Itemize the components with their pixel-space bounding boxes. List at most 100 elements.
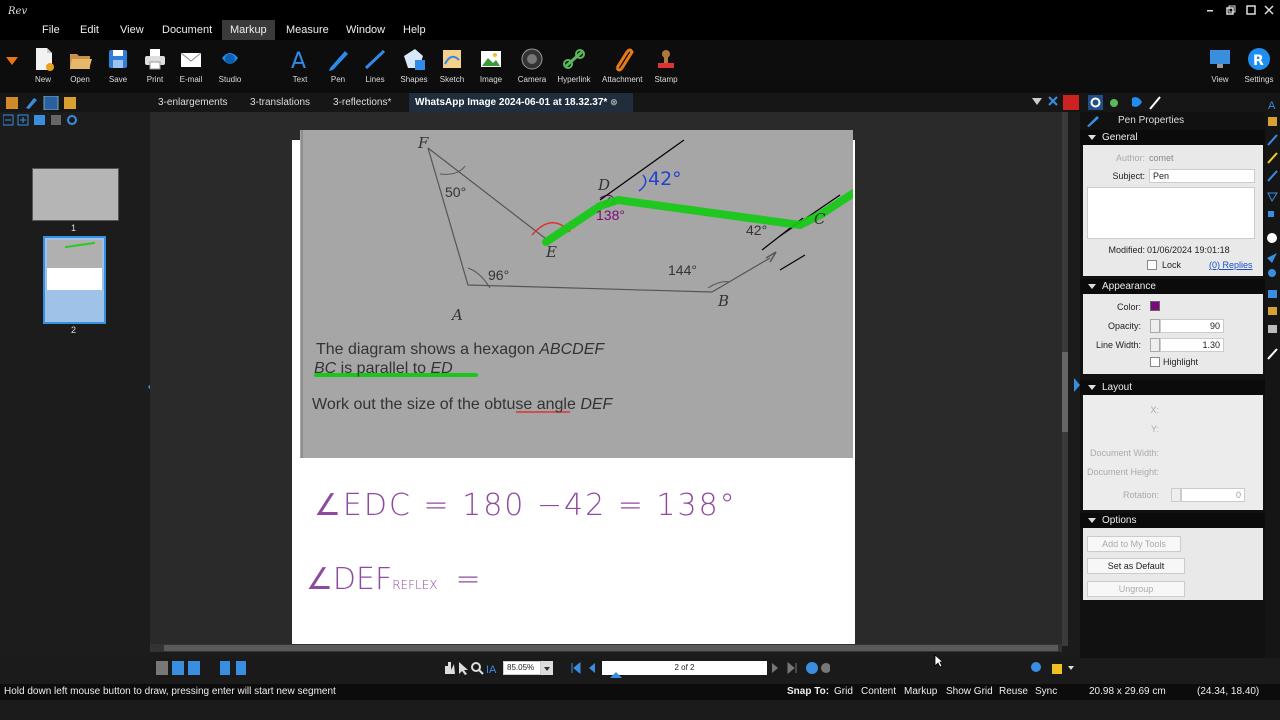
menu-file[interactable]: File (34, 20, 68, 40)
page-view-icon[interactable] (51, 115, 61, 125)
opacity-field[interactable]: 90 (1160, 319, 1224, 333)
image-tool-button[interactable]: Image (471, 44, 511, 90)
line-width-spinner[interactable] (1150, 338, 1160, 352)
pen-tool-icon[interactable] (1267, 134, 1278, 146)
view-button[interactable]: View (1200, 44, 1240, 90)
stamp-small-icon[interactable] (1268, 307, 1277, 315)
close-window-icon[interactable] (1264, 5, 1274, 15)
text-tool-icon[interactable]: A (1268, 100, 1276, 112)
document-canvas[interactable]: F D C E A B 50° 96° 144° 42° 42° 138° Th… (150, 112, 1068, 652)
close-document-icon[interactable] (1048, 96, 1058, 106)
sketch-tool-button[interactable]: Sketch (432, 44, 472, 90)
snap-content-toggle[interactable]: Content (861, 686, 896, 697)
menu-edit[interactable]: Edit (72, 20, 107, 40)
right-panel-collapse-handle[interactable] (1074, 378, 1080, 392)
thumbnails-icon[interactable] (43, 96, 59, 110)
page-size-icon[interactable] (34, 115, 45, 125)
text-select-icon[interactable]: IA (486, 664, 497, 676)
split-vertical-icon[interactable] (220, 661, 230, 675)
rotation-spinner[interactable] (1171, 488, 1181, 502)
close-tab-icon[interactable]: ⊗ (610, 97, 618, 107)
pan-hand-icon[interactable] (445, 662, 455, 674)
lock-checkbox[interactable] (1147, 260, 1157, 270)
sessions-tab-icon[interactable] (1132, 97, 1142, 107)
thumbnail-settings-icon[interactable] (67, 115, 77, 125)
select-arrow-icon[interactable] (459, 662, 468, 675)
opacity-spinner[interactable] (1150, 319, 1160, 333)
lock-icon[interactable] (1052, 664, 1062, 674)
circle-icon[interactable] (1267, 233, 1277, 243)
lines-tool-button[interactable]: Lines (355, 44, 395, 90)
cloud-icon[interactable] (1267, 253, 1277, 263)
highlight-checkbox[interactable] (1150, 357, 1160, 367)
highlighter-icon[interactable] (1267, 152, 1278, 164)
single-page-icon[interactable] (156, 661, 168, 675)
next-page-icon[interactable] (772, 663, 778, 673)
section-appearance-header[interactable]: Appearance (1080, 279, 1265, 294)
rectangle-icon[interactable] (1268, 211, 1274, 217)
menu-window[interactable]: Window (338, 20, 393, 40)
add-to-my-tools-button[interactable]: Add to My Tools (1087, 536, 1181, 552)
markup-list-icon[interactable] (26, 98, 37, 109)
note-tool-icon[interactable] (1268, 117, 1277, 126)
file-access-icon[interactable] (6, 97, 18, 109)
pen-tool-button[interactable]: Pen (318, 44, 358, 90)
section-general-header[interactable]: General (1080, 130, 1265, 145)
next-view-icon[interactable] (821, 663, 830, 673)
replies-link[interactable]: (0) Replies (1209, 260, 1253, 270)
quick-access-dropdown-icon[interactable] (5, 56, 19, 66)
dimension-icon[interactable] (1268, 290, 1277, 298)
save-button[interactable]: Save (98, 44, 138, 90)
camera-small-icon[interactable] (1268, 325, 1277, 333)
menu-document[interactable]: Document (154, 20, 220, 40)
side-by-side-icon[interactable] (188, 661, 200, 675)
open-button[interactable]: Open (60, 44, 100, 90)
tab-list-dropdown-icon[interactable] (1032, 98, 1042, 106)
tab-3-enlargements[interactable]: 3-enlargements (152, 93, 233, 112)
previous-page-icon[interactable] (589, 663, 595, 673)
last-page-icon[interactable] (787, 661, 797, 675)
zoom-level-field[interactable]: 85.05% (503, 661, 541, 675)
reuse-toggle[interactable]: Reuse (999, 686, 1028, 697)
properties-tab-icon[interactable] (1088, 95, 1103, 110)
tool-chest-icon[interactable] (64, 97, 76, 109)
rotation-field[interactable]: 0 (1181, 488, 1245, 502)
vertical-scroll-thumb[interactable] (1062, 352, 1068, 432)
restore-icon[interactable] (1226, 5, 1236, 15)
page-number-field[interactable]: 2 of 2 (602, 661, 767, 675)
ungroup-button[interactable]: Ungroup (1087, 581, 1185, 597)
sync-toggle[interactable]: Sync (1035, 686, 1057, 697)
new-button[interactable]: New (23, 44, 63, 90)
studio-button[interactable]: Studio (210, 44, 250, 90)
line-width-field[interactable]: 1.30 (1160, 338, 1224, 352)
shapes-tool-button[interactable]: Shapes (394, 44, 434, 90)
stamp-tool-button[interactable]: Stamp (646, 44, 686, 90)
subject-field[interactable]: Pen (1149, 169, 1255, 183)
set-as-default-button[interactable]: Set as Default (1087, 558, 1185, 574)
comment-textarea[interactable] (1087, 187, 1255, 239)
zoom-icon[interactable] (471, 662, 481, 672)
pen-tab-icon[interactable] (1149, 96, 1161, 110)
chevron-down-icon[interactable] (1068, 666, 1074, 670)
color-swatch[interactable] (1150, 301, 1160, 311)
menu-markup[interactable]: Markup (222, 20, 275, 40)
continuous-icon[interactable] (172, 661, 184, 675)
snap-grid-toggle[interactable]: Grid (834, 686, 853, 697)
attachment-tool-button[interactable]: Attachment (602, 44, 642, 90)
horizontal-scroll-thumb[interactable] (164, 645, 1058, 651)
email-button[interactable]: E-mail (171, 44, 211, 90)
line-tool-icon[interactable] (1267, 170, 1278, 182)
section-layout-header[interactable]: Layout (1080, 380, 1265, 395)
settings-button[interactable]: R Settings (1239, 44, 1279, 90)
section-options-header[interactable]: Options (1080, 513, 1265, 528)
callout-icon[interactable] (1268, 269, 1276, 277)
minimize-icon[interactable] (1206, 6, 1214, 14)
print-button[interactable]: Print (135, 44, 175, 90)
studio-tab-icon[interactable] (1110, 99, 1118, 107)
previous-view-icon[interactable] (806, 662, 818, 674)
thumbnail-page-2[interactable] (43, 236, 106, 324)
user-icon[interactable] (1031, 662, 1041, 672)
first-page-icon[interactable] (571, 661, 581, 675)
polygon-icon[interactable] (1267, 192, 1278, 203)
zoom-dropdown-button[interactable] (541, 661, 553, 675)
